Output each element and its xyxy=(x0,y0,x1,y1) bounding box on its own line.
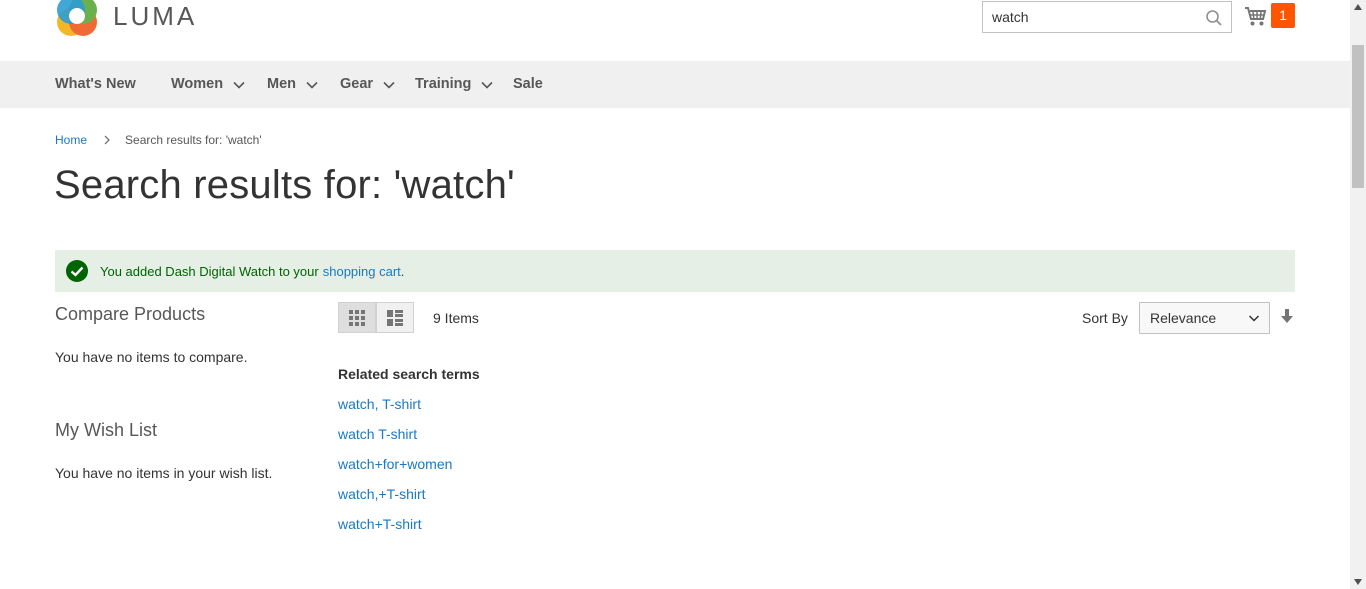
nav-item-sale[interactable]: Sale xyxy=(513,61,543,108)
related-term-link[interactable]: watch+for+women xyxy=(338,456,452,472)
sort-direction-arrow-icon[interactable] xyxy=(1280,308,1294,324)
breadcrumb-current: Search results for: 'watch' xyxy=(125,133,262,147)
shopping-cart-link[interactable]: shopping cart xyxy=(323,264,401,279)
view-mode-switcher xyxy=(338,302,414,333)
site-header: LUMA 1 xyxy=(0,0,1350,61)
check-circle-icon xyxy=(66,260,88,282)
sort-by-select[interactable]: Relevance xyxy=(1139,302,1270,334)
related-term-link[interactable]: watch T-shirt xyxy=(338,426,417,442)
nav-item-women[interactable]: Women xyxy=(171,61,246,108)
message-text: You added Dash Digital Watch to your xyxy=(100,263,319,279)
sort-by-label: Sort By xyxy=(1082,310,1128,326)
related-search-terms-title: Related search terms xyxy=(338,366,480,382)
search-icon[interactable] xyxy=(1205,9,1223,27)
vertical-scrollbar[interactable] xyxy=(1350,0,1366,589)
main-navigation: What's New Women Men Gear Training Sale xyxy=(0,61,1350,108)
related-term-link[interactable]: watch,+T-shirt xyxy=(338,486,426,502)
compare-products-title: Compare Products xyxy=(55,304,206,324)
chevron-down-icon xyxy=(306,81,318,89)
cart-count-badge[interactable]: 1 xyxy=(1271,3,1295,28)
nav-label: Women xyxy=(171,76,224,92)
chevron-down-icon xyxy=(383,81,395,89)
nav-label: What's New xyxy=(55,76,136,92)
search-field[interactable] xyxy=(982,1,1232,33)
scroll-down-arrow-icon[interactable] xyxy=(1354,579,1362,585)
wishlist-empty-text: You have no items in your wish list. xyxy=(55,465,273,481)
grid-mode-button[interactable] xyxy=(338,302,376,333)
success-message: You added Dash Digital Watch to your sho… xyxy=(55,250,1295,292)
related-term-link[interactable]: watch+T-shirt xyxy=(338,516,422,532)
sort-selected-value: Relevance xyxy=(1150,310,1217,326)
nav-label: Gear xyxy=(340,76,374,92)
grid-icon xyxy=(349,309,365,326)
list-mode-button[interactable] xyxy=(376,302,414,333)
compare-empty-text: You have no items to compare. xyxy=(55,349,248,365)
nav-label: Training xyxy=(415,76,472,92)
chevron-down-icon xyxy=(233,81,245,89)
chevron-right-icon xyxy=(104,135,110,145)
nav-item-whats-new[interactable]: What's New xyxy=(55,61,136,108)
list-icon xyxy=(387,309,403,326)
breadcrumb-home-link[interactable]: Home xyxy=(55,133,87,147)
chevron-down-icon xyxy=(481,81,493,89)
site-logo[interactable]: LUMA xyxy=(55,0,197,38)
wishlist-title: My Wish List xyxy=(55,420,158,440)
breadcrumb: Home Search results for: 'watch' xyxy=(55,133,262,147)
nav-label: Men xyxy=(267,76,296,92)
cart-icon[interactable] xyxy=(1244,4,1268,28)
minicart[interactable]: 1 xyxy=(1244,3,1295,28)
logo-text: LUMA xyxy=(113,0,198,31)
nav-label: Sale xyxy=(513,76,543,92)
scrollbar-thumb[interactable] xyxy=(1352,45,1364,188)
nav-item-training[interactable]: Training xyxy=(415,61,494,108)
nav-item-men[interactable]: Men xyxy=(267,61,319,108)
related-term-link[interactable]: watch, T-shirt xyxy=(338,396,421,412)
items-count: 9 Items xyxy=(433,310,479,326)
page-title: Search results for: 'watch' xyxy=(54,163,515,207)
nav-item-gear[interactable]: Gear xyxy=(340,61,396,108)
scroll-up-arrow-icon[interactable] xyxy=(1354,4,1362,10)
chevron-down-icon xyxy=(1248,315,1260,322)
luma-logo-icon xyxy=(57,0,97,36)
search-input[interactable] xyxy=(983,2,1193,32)
message-suffix: . xyxy=(400,263,405,279)
